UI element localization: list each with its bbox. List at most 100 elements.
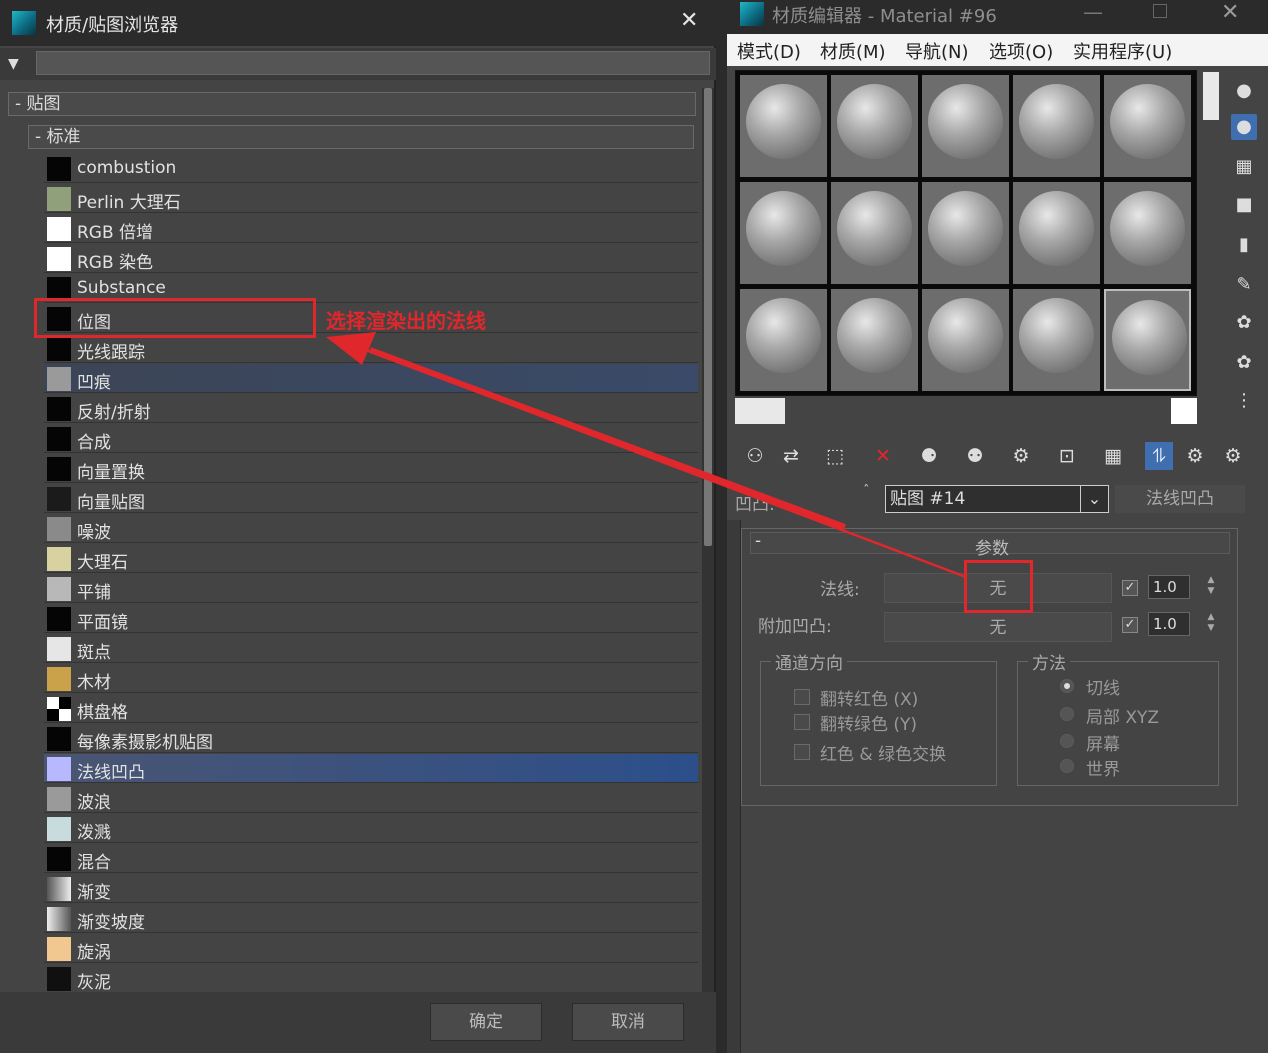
editor-close-button[interactable]: ✕ xyxy=(1221,0,1239,25)
map-list-item[interactable]: 向量贴图 xyxy=(44,484,698,513)
map-list-item[interactable]: combustion xyxy=(44,154,698,183)
background-checker-icon[interactable]: ▦ xyxy=(1231,154,1257,180)
put-to-library-icon[interactable]: ⚙ xyxy=(1007,442,1035,470)
map-list-item[interactable]: 平铺 xyxy=(44,574,698,603)
map-list-item[interactable]: 噪波 xyxy=(44,514,698,543)
map-list-item[interactable]: 大理石 xyxy=(44,544,698,573)
sample-slot[interactable] xyxy=(831,289,918,391)
sample-slot[interactable] xyxy=(831,182,918,284)
method-local-xyz-radio[interactable] xyxy=(1060,707,1074,721)
get-material-icon[interactable]: ⚇ xyxy=(741,442,769,470)
scrollbar-end[interactable] xyxy=(1171,398,1197,424)
maximize-button[interactable] xyxy=(1153,4,1167,18)
copy-material-icon[interactable]: ⚈ xyxy=(915,442,943,470)
material-id-channel-icon[interactable]: ⊡ xyxy=(1053,442,1081,470)
map-list-item[interactable]: 泼溅 xyxy=(44,814,698,843)
sample-slot[interactable] xyxy=(1013,289,1100,391)
sample-slots-vscroll[interactable] xyxy=(1201,70,1221,396)
minimize-button[interactable]: — xyxy=(1083,0,1103,24)
sample-slot[interactable] xyxy=(1013,75,1100,177)
group-maps-header[interactable]: - 贴图 xyxy=(8,92,696,116)
make-unique-icon[interactable]: ⚉ xyxy=(961,442,989,470)
menu-material[interactable]: 材质(M) xyxy=(820,38,886,64)
swap-red-green-checkbox[interactable] xyxy=(794,744,810,760)
method-tangent-radio[interactable] xyxy=(1060,679,1074,693)
map-list-item[interactable]: 光线跟踪 xyxy=(44,334,698,363)
go-forward-to-sibling-icon[interactable]: ⚙ xyxy=(1219,442,1247,470)
scrollbar-thumb[interactable] xyxy=(735,398,785,424)
scrollbar-thumb[interactable] xyxy=(1203,72,1219,120)
map-list-item[interactable]: 反射/折射 xyxy=(44,394,698,423)
map-list-item[interactable]: 渐变坡度 xyxy=(44,904,698,933)
flip-green-checkbox[interactable] xyxy=(794,714,810,730)
make-preview-icon[interactable]: ✎ xyxy=(1231,272,1257,298)
map-list-item[interactable]: 向量置换 xyxy=(44,454,698,483)
normal-amount-spinner[interactable]: 1.0 xyxy=(1148,575,1190,599)
browser-close-button[interactable]: ✕ xyxy=(680,8,698,33)
map-list-item[interactable]: 法线凹凸 xyxy=(44,754,698,783)
additional-bump-map-button[interactable]: 无 xyxy=(884,612,1112,642)
map-list-item[interactable]: 斑点 xyxy=(44,634,698,663)
map-list-item[interactable]: 波浪 xyxy=(44,784,698,813)
map-list-item[interactable]: 每像素摄影机贴图 xyxy=(44,724,698,753)
scrollbar-thumb[interactable] xyxy=(704,88,712,546)
chevron-down-icon[interactable]: ⌄ xyxy=(1080,486,1108,512)
show-shaded-material-icon[interactable]: ▦ xyxy=(1099,442,1127,470)
sample-slots-hscroll[interactable] xyxy=(735,398,1197,424)
sample-slot[interactable] xyxy=(1104,75,1191,177)
sample-uv-tiling-icon[interactable]: ■ xyxy=(1231,192,1257,218)
cancel-button[interactable]: 取消 xyxy=(572,1003,684,1041)
flip-red-checkbox[interactable] xyxy=(794,689,810,705)
video-color-check-icon[interactable]: ▮ xyxy=(1231,232,1257,258)
normal-enable-checkbox[interactable]: ✓ xyxy=(1122,580,1138,596)
sample-slot[interactable] xyxy=(922,182,1009,284)
map-list-item[interactable]: Perlin 大理石 xyxy=(44,184,698,213)
map-list-item[interactable]: RGB 染色 xyxy=(44,244,698,273)
map-type-button[interactable]: 法线凹凸 xyxy=(1115,485,1245,513)
map-list-item[interactable]: 旋涡 xyxy=(44,934,698,963)
map-list-item[interactable]: 混合 xyxy=(44,844,698,873)
additional-bump-enable-checkbox[interactable]: ✓ xyxy=(1122,617,1138,633)
sample-slot[interactable] xyxy=(740,182,827,284)
map-name-dropdown[interactable]: 贴图 #14 ⌄ xyxy=(885,485,1109,513)
sample-slot[interactable] xyxy=(1104,182,1191,284)
sample-slot[interactable] xyxy=(740,289,827,391)
reset-map-icon[interactable]: ✕ xyxy=(869,442,897,470)
sample-type-icon[interactable]: ● xyxy=(1231,78,1257,104)
sample-slot[interactable] xyxy=(922,75,1009,177)
search-by-name-input[interactable] xyxy=(36,51,710,75)
map-list-item[interactable]: 渐变 xyxy=(44,874,698,903)
select-by-material-icon[interactable]: ✿ xyxy=(1231,350,1257,376)
map-list-item[interactable]: 棋盘格 xyxy=(44,694,698,723)
material-map-navigator-icon[interactable]: ⋮ xyxy=(1231,388,1257,414)
sample-slot[interactable] xyxy=(1013,182,1100,284)
map-list-item[interactable]: 平面镜 xyxy=(44,604,698,633)
sample-slot[interactable] xyxy=(740,75,827,177)
map-list-item[interactable]: 灰泥 xyxy=(44,964,698,992)
map-list-item[interactable]: 凹痕 xyxy=(44,364,698,393)
method-world-radio[interactable] xyxy=(1060,759,1074,773)
map-list-item[interactable]: 合成 xyxy=(44,424,698,453)
map-list-item[interactable]: RGB 倍增 xyxy=(44,214,698,243)
menu-utilities[interactable]: 实用程序(U) xyxy=(1073,38,1172,64)
spinner-arrows-icon[interactable]: ▲ ▼ xyxy=(1204,575,1218,599)
group-standard-header[interactable]: - 标准 xyxy=(28,125,694,149)
ok-button[interactable]: 确定 xyxy=(430,1003,542,1041)
method-screen-radio[interactable] xyxy=(1060,734,1074,748)
sample-slot[interactable] xyxy=(831,75,918,177)
menu-mode[interactable]: 模式(D) xyxy=(737,38,801,64)
go-to-parent-icon[interactable]: ⚙ xyxy=(1181,442,1209,470)
map-list-item[interactable]: 木材 xyxy=(44,664,698,693)
menu-navigation[interactable]: 导航(N) xyxy=(905,38,969,64)
put-to-scene-icon[interactable]: ⇄ xyxy=(777,442,805,470)
options-icon[interactable]: ✿ xyxy=(1231,310,1257,336)
assign-to-selection-icon[interactable]: ⬚ xyxy=(821,442,849,470)
filter-options-icon[interactable]: ▼ xyxy=(8,56,19,72)
menu-options[interactable]: 选项(O) xyxy=(989,38,1053,64)
map-list-scrollbar[interactable] xyxy=(702,88,714,992)
backlight-icon[interactable]: ● xyxy=(1231,114,1257,140)
show-end-result-icon[interactable]: ⥮ xyxy=(1145,442,1173,470)
additional-bump-amount-spinner[interactable]: 1.0 xyxy=(1148,612,1190,636)
sample-slot[interactable] xyxy=(922,289,1009,391)
sample-slot[interactable] xyxy=(1104,289,1191,391)
